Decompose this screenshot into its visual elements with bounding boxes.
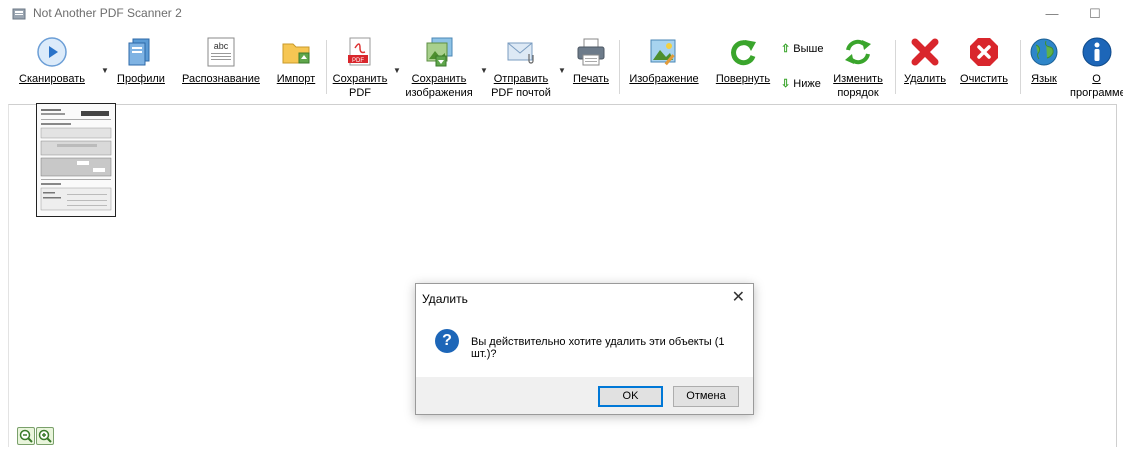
zoom-in-button[interactable] (36, 427, 54, 445)
zoom-in-icon (38, 429, 52, 443)
rotate-button[interactable]: Повернуть (712, 28, 774, 104)
reorder-label-line2: порядок (837, 87, 879, 99)
delete-confirm-dialog: Удалить ✕ ? Вы действительно хотите удал… (415, 283, 754, 415)
toolbar-separator (619, 40, 620, 94)
dialog-message: Вы действительно хотите удалить эти объе… (471, 336, 725, 360)
delete-x-icon (911, 38, 939, 66)
profiles-button[interactable]: Профили (112, 28, 170, 104)
minimize-button[interactable]: — (1037, 4, 1067, 24)
scan-dropdown-arrow-icon[interactable]: ▼ (101, 66, 109, 75)
save-images-button[interactable]: Сохранить изображения (403, 28, 475, 104)
globe-icon (1030, 38, 1058, 66)
abc-ocr-icon: abc (207, 37, 235, 67)
save-pdf-label-line1: Сохранить (332, 73, 388, 85)
delete-button[interactable]: Удалить (898, 28, 952, 104)
image-button[interactable]: Изображение (624, 28, 704, 104)
toolbar: Сканировать ▼ Профили abc Распознавание … (0, 28, 1123, 104)
clear-label: Очистить (960, 73, 1008, 85)
svg-text:abc: abc (214, 41, 229, 51)
clear-circle-x-icon (970, 38, 998, 66)
import-label: Импорт (276, 73, 316, 85)
ok-button[interactable]: OK (598, 386, 663, 407)
save-images-label-line2: изображения (405, 87, 473, 99)
profiles-label: Профили (117, 73, 165, 85)
scanned-document-preview (37, 104, 115, 216)
move-up-label: Выше (793, 43, 824, 55)
image-label: Изображение (629, 73, 699, 85)
clear-button[interactable]: Очистить (955, 28, 1013, 104)
svg-text:PDF: PDF (352, 58, 364, 64)
move-down-label: Ниже (793, 78, 821, 90)
toolbar-separator (326, 40, 327, 94)
dialog-footer: OK Отмена (416, 377, 753, 414)
move-down-button[interactable]: ⇩ Ниже (781, 77, 821, 90)
question-icon: ? (435, 329, 459, 353)
title-bar: Not Another PDF Scanner 2 — ☐ (0, 0, 1123, 28)
ocr-button[interactable]: abc Распознавание (180, 28, 262, 104)
arrow-up-icon: ⇧ (781, 43, 791, 55)
reorder-button[interactable]: Изменить порядок (826, 28, 890, 104)
move-up-button[interactable]: ⇧ Выше (781, 42, 823, 55)
about-label-line2: программе (1070, 87, 1123, 99)
play-icon (37, 37, 67, 67)
print-button[interactable]: Печать (568, 28, 614, 104)
folder-import-icon (282, 43, 310, 64)
printer-icon (577, 38, 605, 66)
toolbar-separator (895, 40, 896, 94)
ocr-label: Распознавание (182, 73, 260, 85)
cancel-button[interactable]: Отмена (673, 386, 739, 407)
email-pdf-label-line1: Отправить (493, 73, 549, 85)
save-images-dropdown-arrow-icon[interactable]: ▼ (480, 66, 488, 75)
app-icon (12, 8, 26, 20)
save-pdf-button[interactable]: PDF Сохранить PDF (331, 28, 389, 104)
maximize-button[interactable]: ☐ (1080, 4, 1110, 24)
info-icon (1082, 37, 1111, 67)
dialog-title: Удалить (422, 292, 468, 306)
toolbar-separator (1020, 40, 1021, 94)
about-button[interactable]: О программе (1070, 28, 1123, 104)
delete-label: Удалить (904, 73, 946, 85)
window-title: Not Another PDF Scanner 2 (33, 6, 182, 20)
print-label: Печать (572, 73, 610, 85)
pdf-icon: PDF (348, 37, 371, 66)
zoom-out-icon (19, 429, 33, 443)
refresh-reorder-icon (845, 39, 871, 65)
reorder-label-line1: Изменить (833, 73, 883, 85)
email-pdf-dropdown-arrow-icon[interactable]: ▼ (558, 66, 566, 75)
email-icon (507, 42, 534, 64)
arrow-down-icon: ⇩ (781, 78, 791, 90)
language-label: Язык (1031, 73, 1057, 85)
scan-label: Сканировать (19, 73, 85, 85)
rotate-label: Повернуть (715, 73, 771, 85)
email-pdf-label-line2: PDF почтой (491, 87, 551, 99)
language-button[interactable]: Язык (1024, 28, 1064, 104)
save-pdf-dropdown-arrow-icon[interactable]: ▼ (393, 66, 401, 75)
dialog-close-icon[interactable]: ✕ (732, 287, 745, 307)
email-pdf-button[interactable]: Отправить PDF почтой (488, 28, 554, 104)
save-pdf-label-line2: PDF (349, 87, 371, 99)
about-label-line1: О (1092, 73, 1101, 85)
scan-button[interactable]: Сканировать (8, 28, 96, 104)
zoom-out-button[interactable] (17, 427, 35, 445)
profiles-icon (128, 38, 150, 66)
image-edit-icon (650, 39, 676, 66)
save-images-label-line1: Сохранить (411, 73, 467, 85)
page-thumbnail[interactable] (36, 103, 116, 217)
save-images-icon (426, 37, 453, 67)
rotate-icon (731, 40, 756, 66)
import-button[interactable]: Импорт (271, 28, 321, 104)
